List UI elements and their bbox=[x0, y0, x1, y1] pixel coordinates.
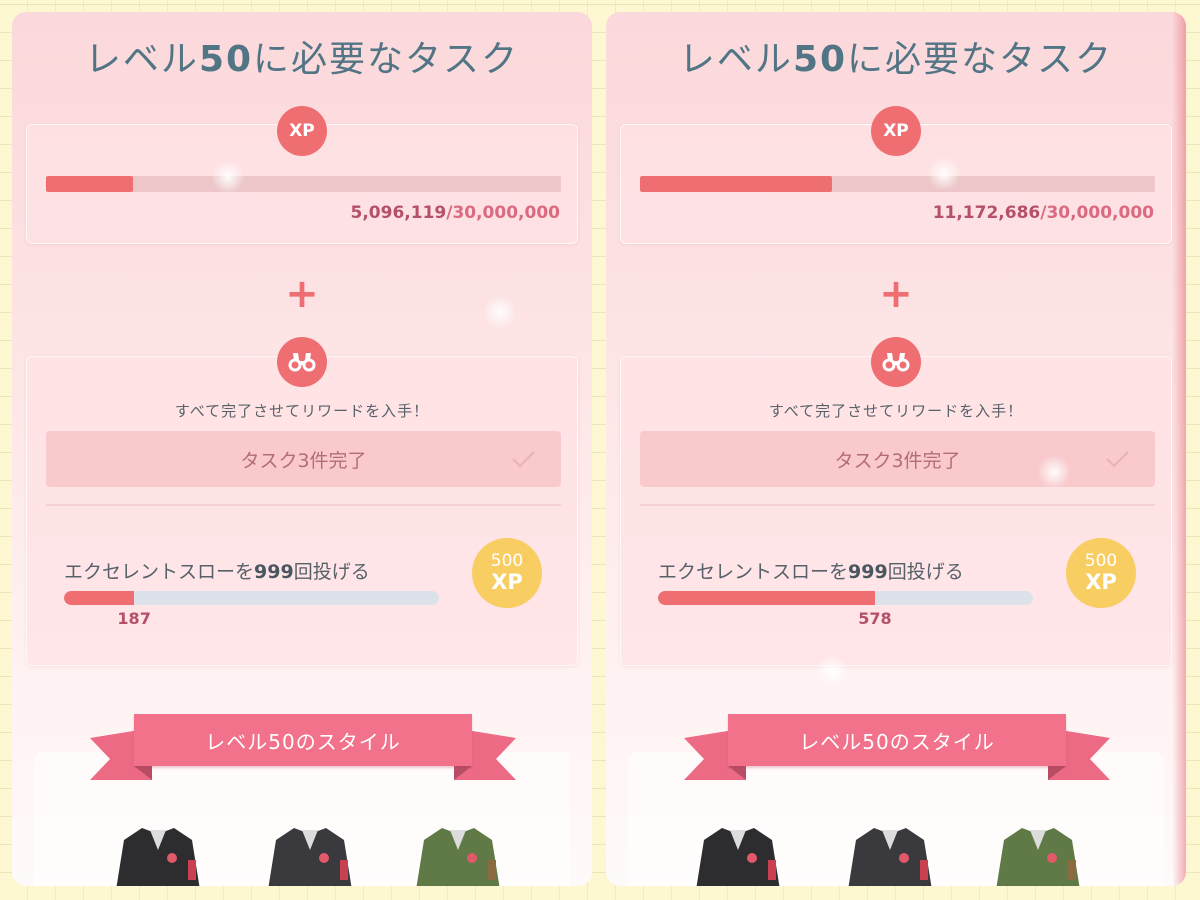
plus-sign: + bbox=[285, 271, 319, 317]
xp-current: 11,172,686 bbox=[932, 203, 1041, 223]
task-description: エクセレントスローを999回投げる bbox=[64, 561, 370, 583]
reward-instruction: すべて完了させてリワードを入手！ bbox=[174, 402, 430, 420]
checkmark-icon bbox=[1106, 451, 1129, 468]
black-jacket-image[interactable] bbox=[264, 820, 356, 886]
black-jacket-image[interactable] bbox=[112, 820, 204, 886]
black-jacket-image[interactable] bbox=[692, 820, 784, 886]
style-banner-label: レベル50のスタイル bbox=[728, 714, 1066, 766]
xp-goal: /30,000,000 bbox=[1040, 203, 1154, 223]
black-jacket-image[interactable] bbox=[844, 820, 936, 886]
green-jacket-image[interactable] bbox=[412, 820, 504, 886]
xp-current: 5,096,119 bbox=[350, 203, 447, 223]
tasks-completed-row[interactable]: タスク3件完了 bbox=[46, 431, 561, 487]
task-progress-bar bbox=[658, 591, 1033, 605]
task-progress-count: 187 bbox=[117, 609, 151, 628]
xp-reward-badge: 500 XP bbox=[472, 538, 542, 608]
divider bbox=[46, 504, 561, 506]
xp-progress-bar bbox=[640, 176, 1155, 192]
xp-progress-bar bbox=[46, 176, 561, 192]
page-title: レベル50に必要なタスク bbox=[84, 39, 520, 80]
xp-reward-badge: 500 XP bbox=[1066, 538, 1136, 608]
xp-progress-text: 11,172,686/30,000,000 bbox=[933, 203, 1154, 223]
divider bbox=[640, 504, 1155, 506]
green-jacket-image[interactable] bbox=[992, 820, 1084, 886]
xp-icon: XP bbox=[277, 106, 327, 156]
xp-progress-fill bbox=[46, 176, 134, 192]
xp-goal: /30,000,000 bbox=[446, 203, 560, 223]
style-banner: レベル50のスタイル bbox=[684, 710, 1110, 788]
task-progress-bar bbox=[64, 591, 439, 605]
task-progress-fill bbox=[658, 591, 875, 605]
xp-icon: XP bbox=[871, 106, 921, 156]
style-banner: レベル50のスタイル bbox=[90, 710, 516, 788]
tasks-completed-row[interactable]: タスク3件完了 bbox=[640, 431, 1155, 487]
page-title: レベル50に必要なタスク bbox=[678, 39, 1114, 80]
tasks-completed-label: タスク3件完了 bbox=[240, 449, 367, 472]
tasks-completed-label: タスク3件完了 bbox=[834, 449, 961, 472]
binoculars-icon bbox=[871, 337, 921, 387]
checkmark-icon bbox=[512, 451, 535, 468]
xp-progress-fill bbox=[640, 176, 832, 192]
reward-instruction: すべて完了させてリワードを入手！ bbox=[768, 402, 1024, 420]
task-progress-fill bbox=[64, 591, 135, 605]
plus-sign: + bbox=[879, 271, 913, 317]
task-progress-count: 578 bbox=[858, 609, 892, 628]
task-description: エクセレントスローを999回投げる bbox=[658, 561, 964, 583]
level-task-panel-right: レベル50に必要なタスク XP 11,172,686/30,000,000 + … bbox=[606, 12, 1186, 886]
level-task-panel-left: レベル50に必要なタスク XP 5,096,119/30,000,000 + す… bbox=[12, 12, 592, 886]
xp-progress-text: 5,096,119/30,000,000 bbox=[351, 203, 560, 223]
binoculars-icon bbox=[277, 337, 327, 387]
style-banner-label: レベル50のスタイル bbox=[134, 714, 472, 766]
